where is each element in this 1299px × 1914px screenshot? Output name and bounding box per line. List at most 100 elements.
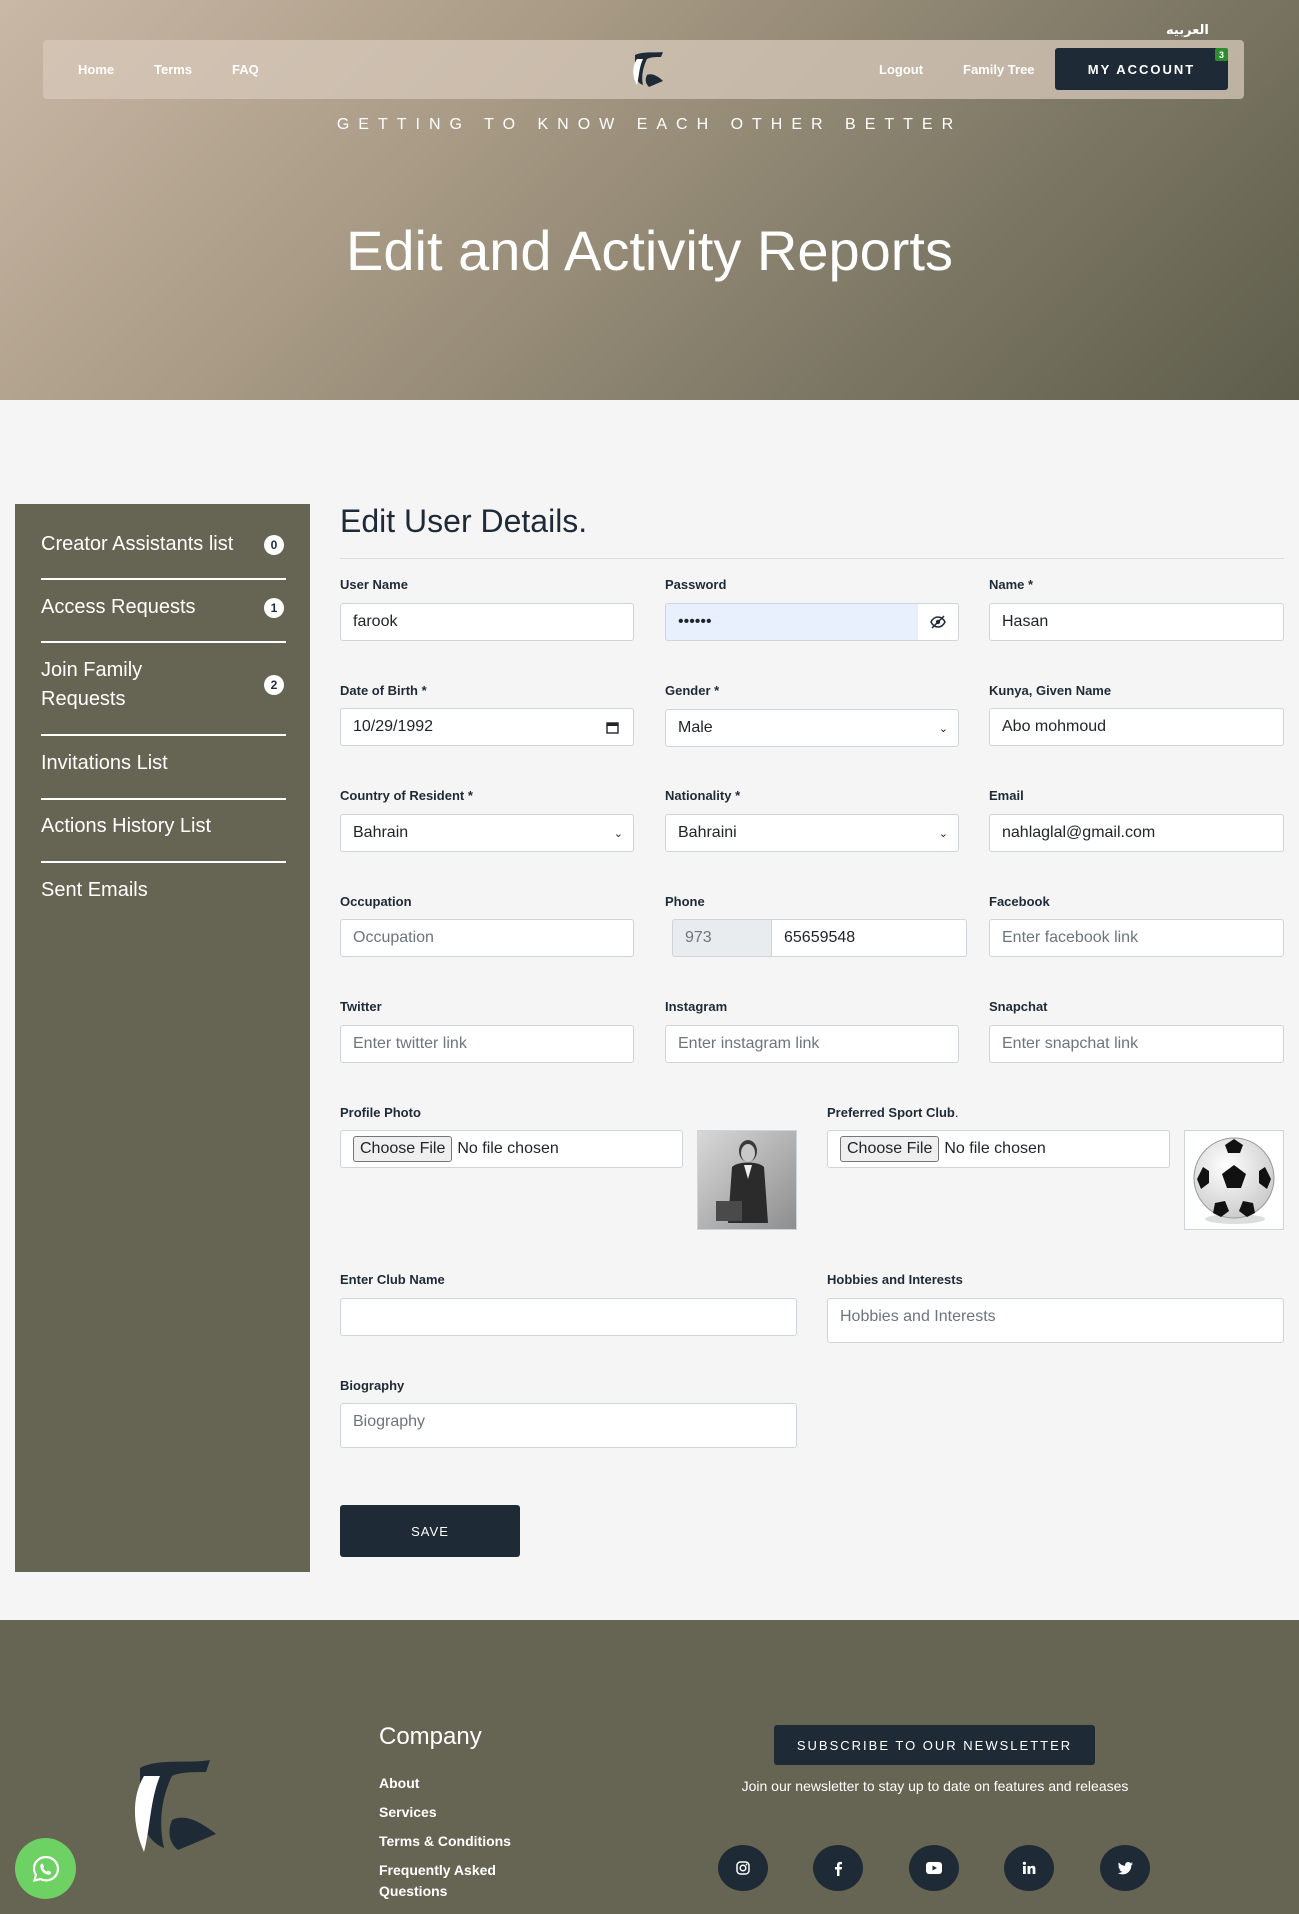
twitter-input[interactable]: Enter twitter link bbox=[340, 1025, 634, 1063]
instagram-input[interactable]: Enter instagram link bbox=[665, 1025, 959, 1063]
occupation-label: Occupation bbox=[340, 894, 412, 909]
nationality-label: Nationality * bbox=[665, 788, 741, 803]
toggle-password-visibility-button[interactable] bbox=[918, 603, 959, 641]
site-logo-icon[interactable] bbox=[625, 47, 669, 91]
name-label: Name * bbox=[989, 577, 1034, 592]
country-value: Bahrain bbox=[353, 824, 409, 841]
youtube-icon bbox=[926, 1862, 942, 1874]
youtube-link[interactable] bbox=[909, 1845, 959, 1891]
form-title: Edit User Details. bbox=[340, 503, 588, 539]
sport-club-label-suffix: . bbox=[954, 1105, 959, 1120]
sidebar: Creator Assistants list 0 Access Request… bbox=[15, 504, 310, 1572]
chevron-down-icon: ⌄ bbox=[613, 828, 623, 840]
calendar-icon[interactable] bbox=[606, 721, 619, 734]
instagram-label: Instagram bbox=[665, 999, 728, 1014]
my-account-button[interactable]: MY ACCOUNT 3 bbox=[1055, 48, 1228, 90]
email-label: Email bbox=[989, 788, 1024, 803]
email-input[interactable]: nahlaglal@gmail.com bbox=[989, 814, 1284, 852]
eye-slash-icon bbox=[930, 615, 946, 629]
nav-logout-link[interactable]: Logout bbox=[879, 62, 923, 77]
facebook-icon bbox=[835, 1861, 842, 1876]
footer-link-faq[interactable]: Frequently Asked Questions bbox=[379, 1860, 529, 1902]
choose-file-button[interactable]: Choose File bbox=[353, 1136, 453, 1162]
footer-company-title: Company bbox=[379, 1723, 482, 1750]
twitter-label: Twitter bbox=[340, 999, 382, 1014]
count-badge: 2 bbox=[264, 675, 284, 695]
language-switch-link[interactable]: العربيه bbox=[1166, 22, 1209, 38]
whatsapp-icon bbox=[32, 1855, 59, 1882]
biography-label: Biography bbox=[340, 1378, 405, 1393]
profile-photo-label: Profile Photo bbox=[340, 1105, 421, 1120]
phone-country-code: 973 bbox=[672, 919, 772, 957]
subscribe-newsletter-button[interactable]: SUBSCRIBE TO OUR NEWSLETTER bbox=[774, 1725, 1095, 1765]
sidebar-item-invitations-list[interactable]: Invitations List bbox=[41, 749, 286, 800]
snapchat-label: Snapchat bbox=[989, 999, 1048, 1014]
sidebar-item-label: Access Requests bbox=[41, 596, 196, 618]
gender-value: Male bbox=[678, 719, 713, 736]
biography-textarea[interactable]: Biography bbox=[340, 1403, 797, 1448]
chevron-down-icon: ⌄ bbox=[938, 723, 948, 735]
sidebar-item-creator-assistants[interactable]: Creator Assistants list 0 bbox=[41, 530, 286, 580]
club-name-label: Enter Club Name bbox=[340, 1272, 445, 1287]
username-input[interactable]: farook bbox=[340, 603, 634, 641]
dob-label: Date of Birth * bbox=[340, 683, 427, 698]
footer: Company About Services Terms & Condition… bbox=[0, 1620, 1299, 1914]
kunya-input[interactable]: Abo mohmoud bbox=[989, 708, 1284, 746]
sidebar-item-sent-emails[interactable]: Sent Emails bbox=[41, 876, 286, 916]
sidebar-item-label: Sent Emails bbox=[41, 879, 148, 901]
country-label: Country of Resident * bbox=[340, 788, 473, 803]
sidebar-item-access-requests[interactable]: Access Requests 1 bbox=[41, 593, 286, 643]
sidebar-item-label: Actions History List bbox=[41, 815, 212, 837]
person-photo-icon bbox=[698, 1131, 796, 1229]
tagline: GETTING TO KNOW EACH OTHER BETTER bbox=[336, 116, 963, 133]
dob-input[interactable]: 10/29/1992 bbox=[340, 708, 634, 746]
hobbies-textarea[interactable]: Hobbies and Interests bbox=[827, 1298, 1284, 1343]
instagram-icon bbox=[736, 1861, 750, 1875]
sport-club-file-input[interactable]: Choose File No file chosen bbox=[827, 1130, 1170, 1168]
linkedin-icon bbox=[1022, 1861, 1036, 1874]
hobbies-label: Hobbies and Interests bbox=[827, 1272, 963, 1287]
sidebar-item-join-family-requests[interactable]: Join Family Requests 2 bbox=[41, 656, 286, 736]
instagram-link[interactable] bbox=[718, 1845, 768, 1891]
page-title: Edit and Activity Reports bbox=[346, 219, 953, 282]
kunya-label: Kunya, Given Name bbox=[989, 683, 1112, 698]
whatsapp-chat-button[interactable] bbox=[15, 1838, 76, 1899]
twitter-link[interactable] bbox=[1100, 1845, 1150, 1891]
password-input[interactable]: •••••• bbox=[665, 603, 919, 641]
profile-photo-file-input[interactable]: Choose File No file chosen bbox=[340, 1130, 683, 1168]
snapchat-input[interactable]: Enter snapchat link bbox=[989, 1025, 1284, 1063]
country-select[interactable]: Bahrain ⌄ bbox=[340, 814, 634, 852]
nav-faq-link[interactable]: FAQ bbox=[232, 62, 259, 77]
footer-link-about[interactable]: About bbox=[379, 1773, 419, 1794]
sport-club-label: Preferred Sport Club. bbox=[827, 1105, 958, 1120]
name-input[interactable]: Hasan bbox=[989, 603, 1284, 641]
linkedin-link[interactable] bbox=[1004, 1845, 1054, 1891]
chevron-down-icon: ⌄ bbox=[938, 828, 948, 840]
choose-file-button[interactable]: Choose File bbox=[840, 1136, 940, 1162]
sport-club-label-text: Preferred Sport Club bbox=[827, 1105, 955, 1120]
profile-photo-thumbnail bbox=[697, 1130, 797, 1230]
phone-input[interactable]: 65659548 bbox=[771, 919, 967, 957]
nav-home-link[interactable]: Home bbox=[78, 62, 114, 77]
nationality-value: Bahraini bbox=[678, 824, 737, 841]
nav-family-tree-link[interactable]: Family Tree bbox=[963, 62, 1035, 77]
newsletter-description: Join our newsletter to stay up to date o… bbox=[741, 1778, 1129, 1794]
facebook-link[interactable] bbox=[813, 1845, 863, 1891]
nationality-select[interactable]: Bahraini ⌄ bbox=[665, 814, 959, 852]
navbar: Home Terms FAQ Logout Family Tree MY ACC… bbox=[43, 40, 1244, 99]
gender-label: Gender * bbox=[665, 683, 720, 698]
footer-link-services[interactable]: Services bbox=[379, 1802, 437, 1823]
footer-logo-icon[interactable] bbox=[118, 1750, 228, 1860]
gender-select[interactable]: Male ⌄ bbox=[665, 709, 959, 747]
count-badge: 0 bbox=[264, 535, 284, 555]
club-name-input[interactable] bbox=[340, 1298, 797, 1336]
facebook-input[interactable]: Enter facebook link bbox=[989, 919, 1284, 957]
occupation-input[interactable]: Occupation bbox=[340, 919, 634, 957]
save-button[interactable]: SAVE bbox=[340, 1505, 520, 1557]
sidebar-item-label: Join Family Requests bbox=[41, 659, 143, 710]
password-label: Password bbox=[665, 577, 727, 592]
sidebar-item-actions-history[interactable]: Actions History List bbox=[41, 812, 286, 863]
nav-terms-link[interactable]: Terms bbox=[154, 62, 192, 77]
facebook-label: Facebook bbox=[989, 894, 1050, 909]
footer-link-terms[interactable]: Terms & Conditions bbox=[379, 1831, 511, 1852]
